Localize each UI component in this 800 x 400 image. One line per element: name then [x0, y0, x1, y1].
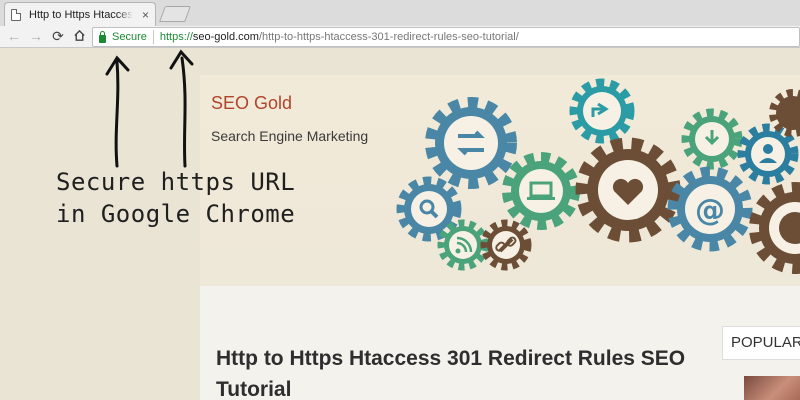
laptop-icon [502, 152, 580, 230]
annotation-line-1: Secure https URL [56, 168, 296, 196]
heart-icon [575, 137, 681, 243]
brown-gear-top [769, 89, 800, 137]
site-tagline: Search Engine Marketing [211, 128, 369, 144]
post-title[interactable]: Http to Https Htaccess 301 Redirect Rule… [216, 343, 716, 400]
annotation-line-2: in Google Chrome [56, 200, 296, 228]
link-icon [480, 219, 532, 271]
at-icon: @ [667, 166, 753, 252]
popular-label: POPULAR [731, 334, 800, 351]
site-title[interactable]: SEO Gold [211, 93, 292, 114]
search-icon [396, 176, 462, 242]
globe-icon [749, 182, 800, 274]
share-icon [569, 78, 635, 144]
rss-icon [437, 219, 489, 271]
hand-drawn-arrow-icon [105, 49, 194, 168]
repost-icon [425, 97, 517, 189]
popular-thumbnail[interactable] [744, 376, 800, 400]
download-icon [681, 108, 743, 170]
svg-text:@: @ [695, 193, 725, 228]
